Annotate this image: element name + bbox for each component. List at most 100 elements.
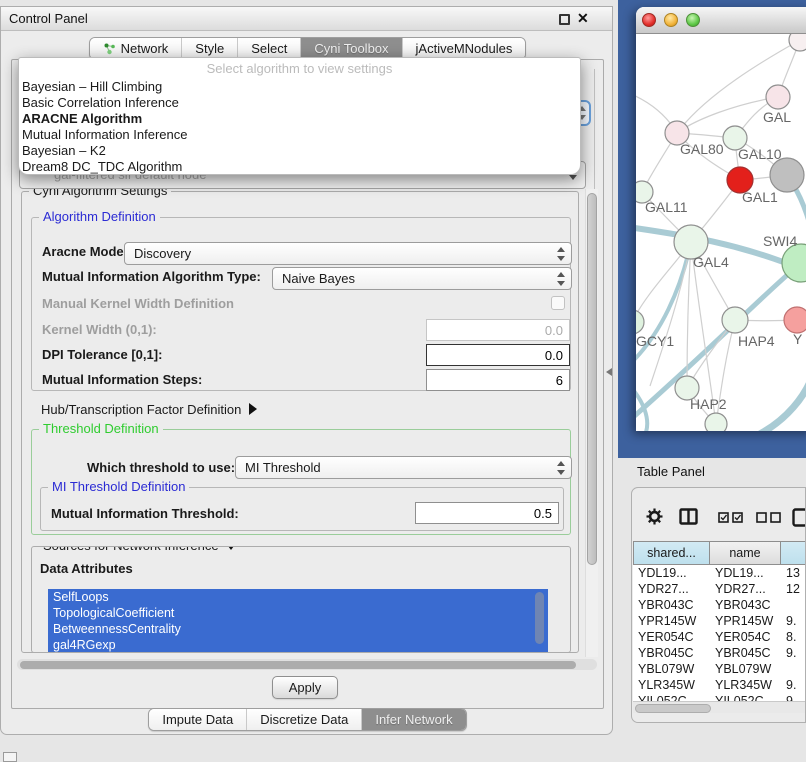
hub-definition-label: Hub/Transcription Factor Definition xyxy=(41,402,241,417)
mi-threshold-input[interactable] xyxy=(415,502,559,524)
network-node-unlabeled-bottom[interactable] xyxy=(705,413,727,431)
list-item-selfloops[interactable]: SelfLoops xyxy=(48,589,548,605)
network-node-y-clipped[interactable] xyxy=(784,307,806,333)
mi-algorithm-type-combobox[interactable]: Naive Bayes xyxy=(272,267,572,290)
split-columns-icon[interactable] xyxy=(679,508,698,525)
expand-right-triangle-icon xyxy=(249,403,257,415)
inference-algorithm-groupbox-edge xyxy=(594,69,595,189)
minimize-traffic-light[interactable] xyxy=(664,13,678,27)
close-icon[interactable]: ✕ xyxy=(577,10,589,27)
table-horizontal-scrollbar[interactable] xyxy=(633,701,806,713)
list-item-betweennesscentrality[interactable]: BetweennessCentrality xyxy=(48,621,548,637)
bottom-tabbar: Impute Data Discretize Data Infer Networ… xyxy=(1,708,614,731)
stepper-arrows-icon xyxy=(557,461,565,475)
algorithm-definition-group: Algorithm Definition Aracne Mode: Discov… xyxy=(31,217,571,391)
table-header-row: shared... name xyxy=(633,541,806,565)
node-label: HAP4 xyxy=(738,333,775,349)
tab-discretize-data[interactable]: Discretize Data xyxy=(247,709,362,730)
list-vertical-scrollbar[interactable] xyxy=(535,592,544,644)
corner-mini-icon[interactable] xyxy=(3,752,17,762)
settings-vertical-scrollbar[interactable] xyxy=(585,189,598,657)
network-node-unlabeled-top[interactable] xyxy=(789,34,806,51)
network-node-gal-clipped[interactable] xyxy=(766,85,790,109)
node-label: GAL10 xyxy=(738,146,782,162)
node-label: GAL xyxy=(763,109,791,125)
popup-item-dream8[interactable]: Dream8 DC_TDC Algorithm xyxy=(19,159,580,175)
network-window-titlebar xyxy=(636,7,806,34)
kernel-width-input[interactable] xyxy=(426,319,570,341)
tab-jactivemnodules[interactable]: jActiveMNodules xyxy=(403,38,526,59)
table-row[interactable]: YBR045CYBR045C9. xyxy=(633,645,806,661)
float-window-icon[interactable] xyxy=(559,14,570,25)
checked-checkboxes-icon[interactable] xyxy=(718,512,744,523)
data-attributes-list[interactable]: SelfLoops TopologicalCoefficient Between… xyxy=(48,589,548,653)
popup-item-bayesian-k2[interactable]: Bayesian – K2 xyxy=(19,143,580,159)
aracne-mode-label: Aracne Mode: xyxy=(42,244,128,259)
column-header-shared[interactable]: shared... xyxy=(633,541,710,565)
popup-item-basic-correlation[interactable]: Basic Correlation Inference xyxy=(19,95,580,111)
manual-kernel-width-checkbox[interactable] xyxy=(551,296,565,310)
table-body[interactable]: YDL19...YDL19...13 YDR27...YDR27...12 YB… xyxy=(633,565,806,701)
table-row[interactable]: YDL19...YDL19...13 xyxy=(633,565,806,581)
hub-definition-expander[interactable]: Hub/Transcription Factor Definition xyxy=(41,402,257,417)
algorithm-select-popup: Select algorithm to view settings Bayesi… xyxy=(18,57,581,175)
popup-item-mutual-information[interactable]: Mutual Information Inference xyxy=(19,127,580,143)
panel-splitter-arrow[interactable] xyxy=(606,368,612,376)
control-panel-titlebar: Control Panel ✕ xyxy=(1,7,612,31)
table-row[interactable]: YBL079WYBL079W xyxy=(633,661,806,677)
node-label: Y xyxy=(793,331,803,347)
network-node-unlabeled-gray[interactable] xyxy=(770,158,804,192)
table-row[interactable]: YLR345WYLR345W9. xyxy=(633,677,806,693)
hscrollbar-thumb[interactable] xyxy=(20,661,576,669)
dpi-tolerance-label: DPI Tolerance [0,1]: xyxy=(42,347,162,362)
network-node-gcy1[interactable] xyxy=(636,310,644,334)
tab-select[interactable]: Select xyxy=(238,38,301,59)
table-toolbar xyxy=(632,488,805,538)
table-row[interactable]: YDR27...YDR27...12 xyxy=(633,581,806,597)
network-node-hap4[interactable] xyxy=(722,307,748,333)
tab-infer-network[interactable]: Infer Network xyxy=(362,709,465,730)
tab-impute-data[interactable]: Impute Data xyxy=(149,709,247,730)
control-panel-title: Control Panel xyxy=(1,11,88,26)
table-hscrollbar-thumb[interactable] xyxy=(635,704,711,713)
list-item-gal4rgexp[interactable]: gal4RGexp xyxy=(48,637,548,653)
aracne-mode-combobox[interactable]: Discovery xyxy=(124,242,572,265)
table-row[interactable]: YPR145WYPR145W9. xyxy=(633,613,806,629)
table-row[interactable]: YER054CYER054C8. xyxy=(633,629,806,645)
dpi-tolerance-input[interactable] xyxy=(426,344,570,366)
document-icon[interactable] xyxy=(792,508,806,527)
tab-cyni-toolbox[interactable]: Cyni Toolbox xyxy=(301,38,402,59)
node-label: GAL80 xyxy=(680,141,724,157)
unchecked-checkboxes-icon[interactable] xyxy=(756,512,782,523)
tab-network-label: Network xyxy=(121,38,169,59)
vscrollbar-thumb[interactable] xyxy=(587,193,597,565)
settings-horizontal-scrollbar[interactable] xyxy=(17,659,597,670)
gear-icon[interactable] xyxy=(646,508,663,525)
popup-item-bayesian-hill-climbing[interactable]: Bayesian – Hill Climbing xyxy=(19,79,580,95)
node-label: SWI4 xyxy=(763,233,797,249)
tab-network[interactable]: Network xyxy=(90,38,183,59)
network-graph: GAL GAL80 GAL10 GAL1 GAL11 SWI4 GAL4 GCY… xyxy=(636,34,806,431)
stepper-arrows-icon xyxy=(557,272,565,286)
manual-kernel-width-label: Manual Kernel Width Definition xyxy=(42,296,234,311)
tab-style[interactable]: Style xyxy=(182,38,238,59)
collapse-down-triangle-icon xyxy=(225,546,237,550)
mi-threshold-label: Mutual Information Threshold: xyxy=(51,506,239,521)
column-header-clipped[interactable] xyxy=(781,541,806,565)
column-header-name[interactable]: name xyxy=(710,541,781,565)
mi-algorithm-type-label: Mutual Information Algorithm Type: xyxy=(42,269,261,284)
threshold-definition-legend: Threshold Definition xyxy=(39,421,163,436)
which-threshold-combobox[interactable]: MI Threshold xyxy=(235,456,572,479)
apply-button[interactable]: Apply xyxy=(272,676,338,699)
popup-item-aracne[interactable]: ARACNE Algorithm xyxy=(19,111,580,127)
zoom-traffic-light[interactable] xyxy=(686,13,700,27)
algorithm-definition-legend: Algorithm Definition xyxy=(39,209,160,224)
table-row[interactable]: YBR043CYBR043C xyxy=(633,597,806,613)
table-row[interactable]: YIL052CYIL052C9 xyxy=(633,693,806,701)
mi-steps-input[interactable] xyxy=(426,369,570,391)
table-panel: shared... name YDL19...YDL19...13 YDR27.… xyxy=(631,487,806,723)
list-item-topologicalcoefficient[interactable]: TopologicalCoefficient xyxy=(48,605,548,621)
network-canvas[interactable]: GAL GAL80 GAL10 GAL1 GAL11 SWI4 GAL4 GCY… xyxy=(636,34,806,431)
close-traffic-light[interactable] xyxy=(642,13,656,27)
sources-legend: Sources for Network Inference xyxy=(39,546,241,553)
